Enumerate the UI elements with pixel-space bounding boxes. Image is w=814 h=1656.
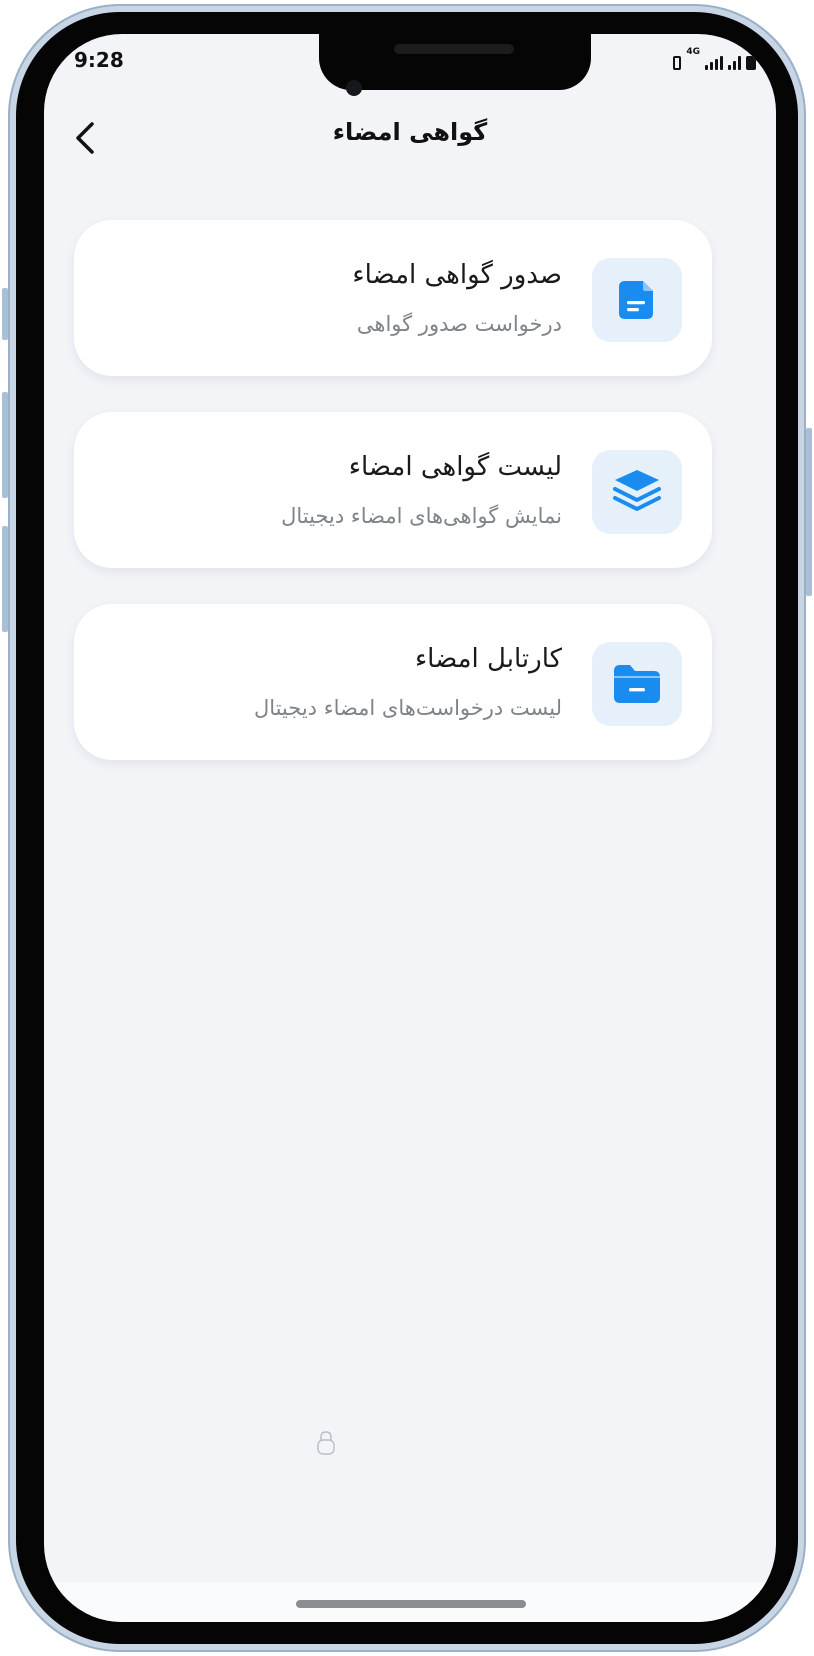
menu-item-subtitle: نمایش گواهی‌های امضاء دیجیتال <box>281 504 562 528</box>
status-icons: 4G <box>673 48 756 70</box>
menu-item-certificate-list[interactable]: لیست گواهی امضاء نمایش گواهی‌های امضاء د… <box>74 412 712 568</box>
app-header: گواهی امضاء <box>44 114 776 174</box>
menu-item-subtitle: لیست درخواست‌های امضاء دیجیتال <box>253 696 562 720</box>
menu-item-subtitle: درخواست صدور گواهی <box>356 312 562 336</box>
phone-device: 9:28 4G گواهی امضاء صدور گواهی امضاء درخ… <box>0 0 814 1656</box>
network-type: 4G <box>686 47 700 57</box>
layers-icon <box>613 470 661 511</box>
app-screen: 9:28 4G گواهی امضاء صدور گواهی امضاء درخ… <box>44 34 776 1622</box>
status-time: 9:28 <box>74 48 124 72</box>
folder-icon <box>614 665 660 703</box>
menu-item-title: کارتابل امضاء <box>414 644 562 674</box>
vibrate-icon <box>673 56 682 70</box>
menu-item-icon-box <box>592 642 682 726</box>
faint-lock-icon <box>317 1431 335 1455</box>
menu-item-signature-cartable[interactable]: کارتابل امضاء لیست درخواست‌های امضاء دیج… <box>74 604 712 760</box>
menu-item-icon-box <box>592 450 682 534</box>
menu-item-icon-box <box>592 258 682 342</box>
page-title: گواهی امضاء <box>332 118 488 146</box>
signal-icon <box>705 54 723 70</box>
front-camera <box>346 80 362 96</box>
document-icon <box>619 281 653 319</box>
menu-item-title: لیست گواهی امضاء <box>348 452 562 482</box>
side-button-power <box>806 428 812 596</box>
battery-icon <box>746 56 756 70</box>
home-indicator[interactable] <box>296 1600 526 1608</box>
menu-item-title: صدور گواهی امضاء <box>352 260 562 290</box>
signal-secondary-icon <box>728 54 741 70</box>
speaker-grille <box>394 44 514 54</box>
menu-item-issue-certificate[interactable]: صدور گواهی امضاء درخواست صدور گواهی <box>74 220 712 376</box>
